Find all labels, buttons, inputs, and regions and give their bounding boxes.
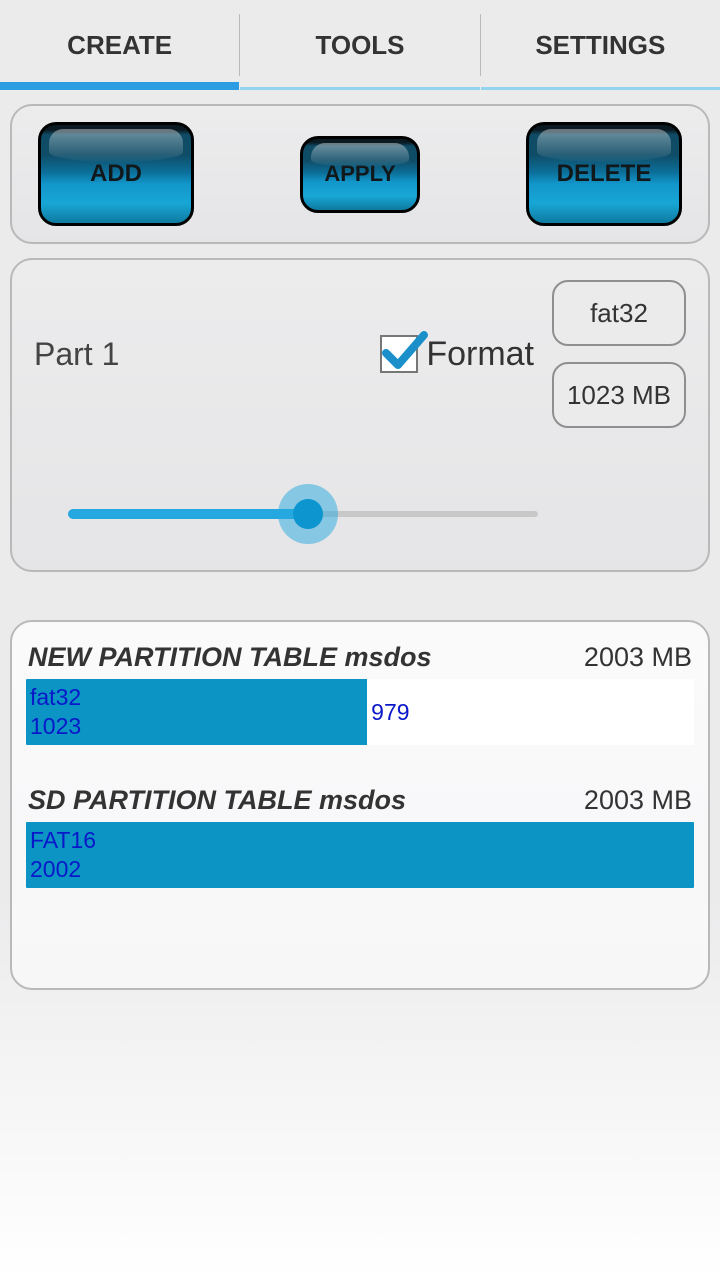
size-selector[interactable]: 1023 MB [552, 362, 686, 428]
partition-config-panel: Part 1 Format fat32 1023 MB [10, 258, 710, 572]
new-partition-table: NEW PARTITION TABLE msdos 2003 MB fat321… [26, 642, 694, 745]
delete-button[interactable]: DELETE [526, 122, 682, 226]
partition-segment[interactable]: FAT162002 [26, 822, 694, 888]
tab-tools-label: TOOLS [315, 30, 404, 61]
size-value: 1023 MB [567, 380, 671, 411]
tab-settings-label: SETTINGS [535, 30, 665, 61]
format-checkbox[interactable] [380, 335, 418, 373]
table-header: NEW PARTITION TABLE msdos 2003 MB [26, 642, 694, 679]
format-label: Format [426, 335, 534, 374]
add-button-label: ADD [90, 160, 142, 188]
table-header: SD PARTITION TABLE msdos 2003 MB [26, 785, 694, 822]
table-total: 2003 MB [584, 642, 692, 673]
add-button[interactable]: ADD [38, 122, 194, 226]
table-title: SD PARTITION TABLE msdos [28, 785, 406, 816]
segment-size: 2002 [30, 855, 690, 884]
tab-create-label: CREATE [67, 30, 172, 61]
tab-create[interactable]: CREATE [0, 0, 239, 90]
table-total: 2003 MB [584, 785, 692, 816]
slider-fill [68, 509, 308, 519]
filesystem-selector[interactable]: fat32 [552, 280, 686, 346]
pill-column: fat32 1023 MB [552, 280, 686, 428]
partition-row: Part 1 Format fat32 1023 MB [34, 280, 686, 428]
partition-segment[interactable]: 979 [367, 679, 694, 745]
action-row: ADD APPLY DELETE [30, 118, 690, 230]
format-wrap: Format [380, 335, 534, 374]
filesystem-value: fat32 [590, 298, 648, 329]
action-panel: ADD APPLY DELETE [10, 104, 710, 244]
tab-tools[interactable]: TOOLS [240, 0, 479, 90]
partition-segment[interactable]: fat321023 [26, 679, 367, 745]
size-slider[interactable] [34, 490, 686, 540]
partition-bar[interactable]: fat321023979 [26, 679, 694, 745]
segment-fs: fat32 [30, 683, 363, 712]
partition-tables-panel: NEW PARTITION TABLE msdos 2003 MB fat321… [10, 620, 710, 990]
tab-bar: CREATE TOOLS SETTINGS [0, 0, 720, 90]
segment-size: 1023 [30, 712, 363, 741]
segment-fs: FAT16 [30, 826, 690, 855]
checkmark-icon [380, 327, 428, 375]
partition-title: Part 1 [34, 336, 119, 373]
apply-button[interactable]: APPLY [300, 136, 420, 213]
tab-settings[interactable]: SETTINGS [481, 0, 720, 90]
partition-bar[interactable]: FAT162002 [26, 822, 694, 888]
table-title: NEW PARTITION TABLE msdos [28, 642, 432, 673]
apply-button-label: APPLY [324, 161, 395, 187]
slider-thumb[interactable] [278, 484, 338, 544]
sd-partition-table: SD PARTITION TABLE msdos 2003 MB FAT1620… [26, 785, 694, 888]
segment-size: 979 [371, 698, 690, 727]
delete-button-label: DELETE [557, 160, 652, 188]
